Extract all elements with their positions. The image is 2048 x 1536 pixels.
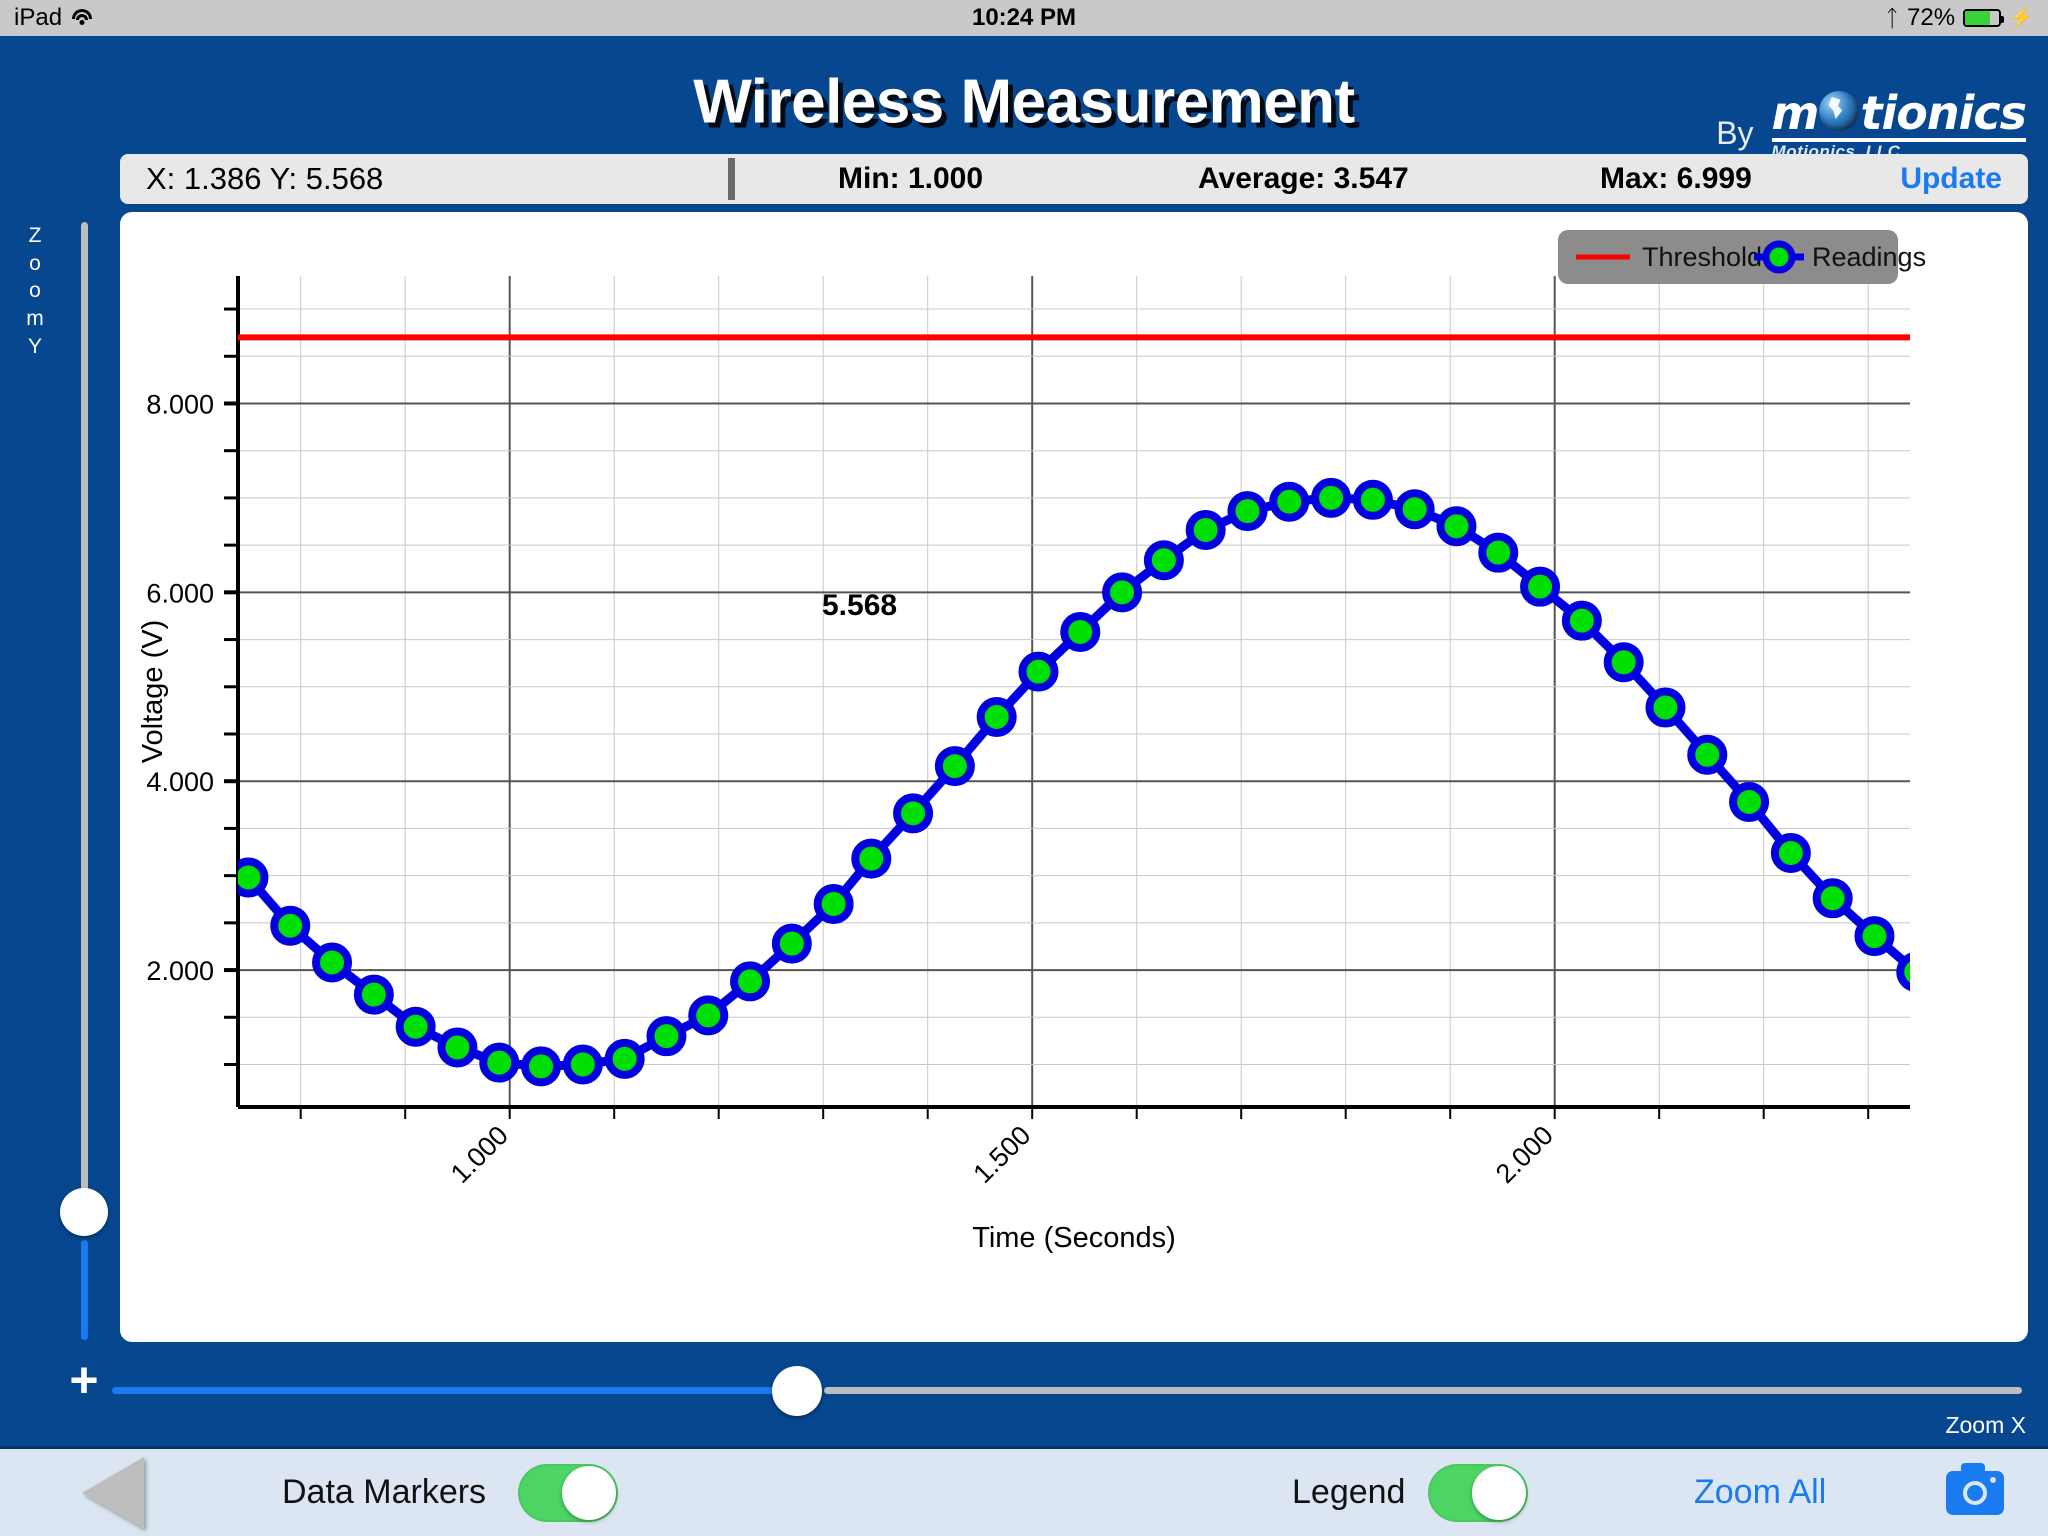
zoom-y-letter: m [22,305,48,333]
svg-text:5.568: 5.568 [822,589,897,622]
svg-text:2.000: 2.000 [146,956,214,986]
zoom-y-letter: o [22,277,48,305]
svg-text:8.000: 8.000 [146,389,214,419]
zoom-x-track-remaining [824,1387,2022,1394]
globe-icon [1819,91,1859,131]
cursor-readout: X: 1.386 Y: 5.568 [146,161,383,197]
legend-toggle[interactable] [1428,1464,1528,1522]
zoom-x-slider-knob[interactable] [772,1366,822,1416]
zoom-all-button[interactable]: Zoom All [1694,1473,1826,1512]
zoom-y-letter: Z [22,222,48,250]
toggle-knob [562,1466,616,1520]
data-markers-label: Data Markers [282,1473,486,1512]
zoom-y-letter: Y [22,333,48,361]
svg-text:Readings: Readings [1812,242,1926,272]
motionics-wordmark: m tionics [1772,90,2026,142]
status-clock: 10:24 PM [0,4,2048,32]
update-button[interactable]: Update [1900,162,2002,196]
brand-logo: By m tionics Motionics, LLC [1716,90,2026,162]
svg-text:Time (Seconds): Time (Seconds) [972,1222,1176,1254]
status-right-group: ᛏ 72% ⚡ [1885,4,2034,32]
svg-text:2.000: 2.000 [1490,1120,1559,1189]
battery-percent-label: 72% [1907,4,1955,32]
measurement-chart[interactable]: 2.000 4.000 6.000 8.000 1.000 1.500 2.000 Time … [120,212,2028,1342]
chart-card[interactable]: 2.000 4.000 6.000 8.000 1.000 1.500 2.000 Time … [120,212,2028,1342]
average-value: Average: 3.547 [1198,162,1409,196]
zoom-x-slider[interactable] [112,1368,2022,1412]
data-markers-toggle[interactable] [518,1464,618,1522]
max-value: Max: 6.999 [1600,162,1752,196]
ios-status-bar: iPad 10:24 PM ᛏ 72% ⚡ [0,0,2048,36]
legend-label: Legend [1292,1473,1405,1512]
toggle-knob [1472,1466,1526,1520]
bottom-toolbar: Data Markers Legend Zoom All [0,1446,2048,1536]
camera-icon[interactable] [1946,1471,2004,1515]
zoom-x-track-filled [112,1387,780,1394]
motionics-logo: m tionics Motionics, LLC [1772,90,2026,162]
svg-text:4.000: 4.000 [146,767,214,797]
plus-icon[interactable]: + [62,1358,106,1402]
back-triangle-icon[interactable] [82,1457,144,1529]
zoom-y-slider-knob[interactable] [60,1188,108,1236]
zoom-y-track-lower [81,1240,88,1340]
battery-icon [1963,9,2001,27]
svg-text:Voltage (V): Voltage (V) [137,620,169,763]
svg-text:6.000: 6.000 [146,578,214,608]
bluetooth-icon: ᛏ [1885,7,1899,30]
app-screen: iPad 10:24 PM ᛏ 72% ⚡ Wireless Measureme… [0,0,2048,1536]
charging-bolt-icon: ⚡ [2009,8,2034,28]
svg-text:Threshold: Threshold [1642,242,1762,272]
min-value: Min: 1.000 [838,162,983,196]
svg-text:1.500: 1.500 [967,1120,1036,1189]
logo-text-pre: m [1772,90,1819,136]
zoom-y-letter: o [22,250,48,278]
app-header: Wireless Measurement By m tionics Motion… [0,36,2048,152]
svg-text:1.000: 1.000 [445,1120,514,1189]
logo-text-post: tionics [1860,90,2026,136]
zoom-x-label: Zoom X [1945,1412,2026,1439]
stats-bar: X: 1.386 Y: 5.568 Min: 1.000 Average: 3.… [120,154,2028,204]
zoom-y-track-upper [81,222,88,1218]
zoom-y-label: Z o o m Y [22,222,48,361]
zoom-y-slider[interactable] [72,222,96,1340]
divider [728,158,735,200]
